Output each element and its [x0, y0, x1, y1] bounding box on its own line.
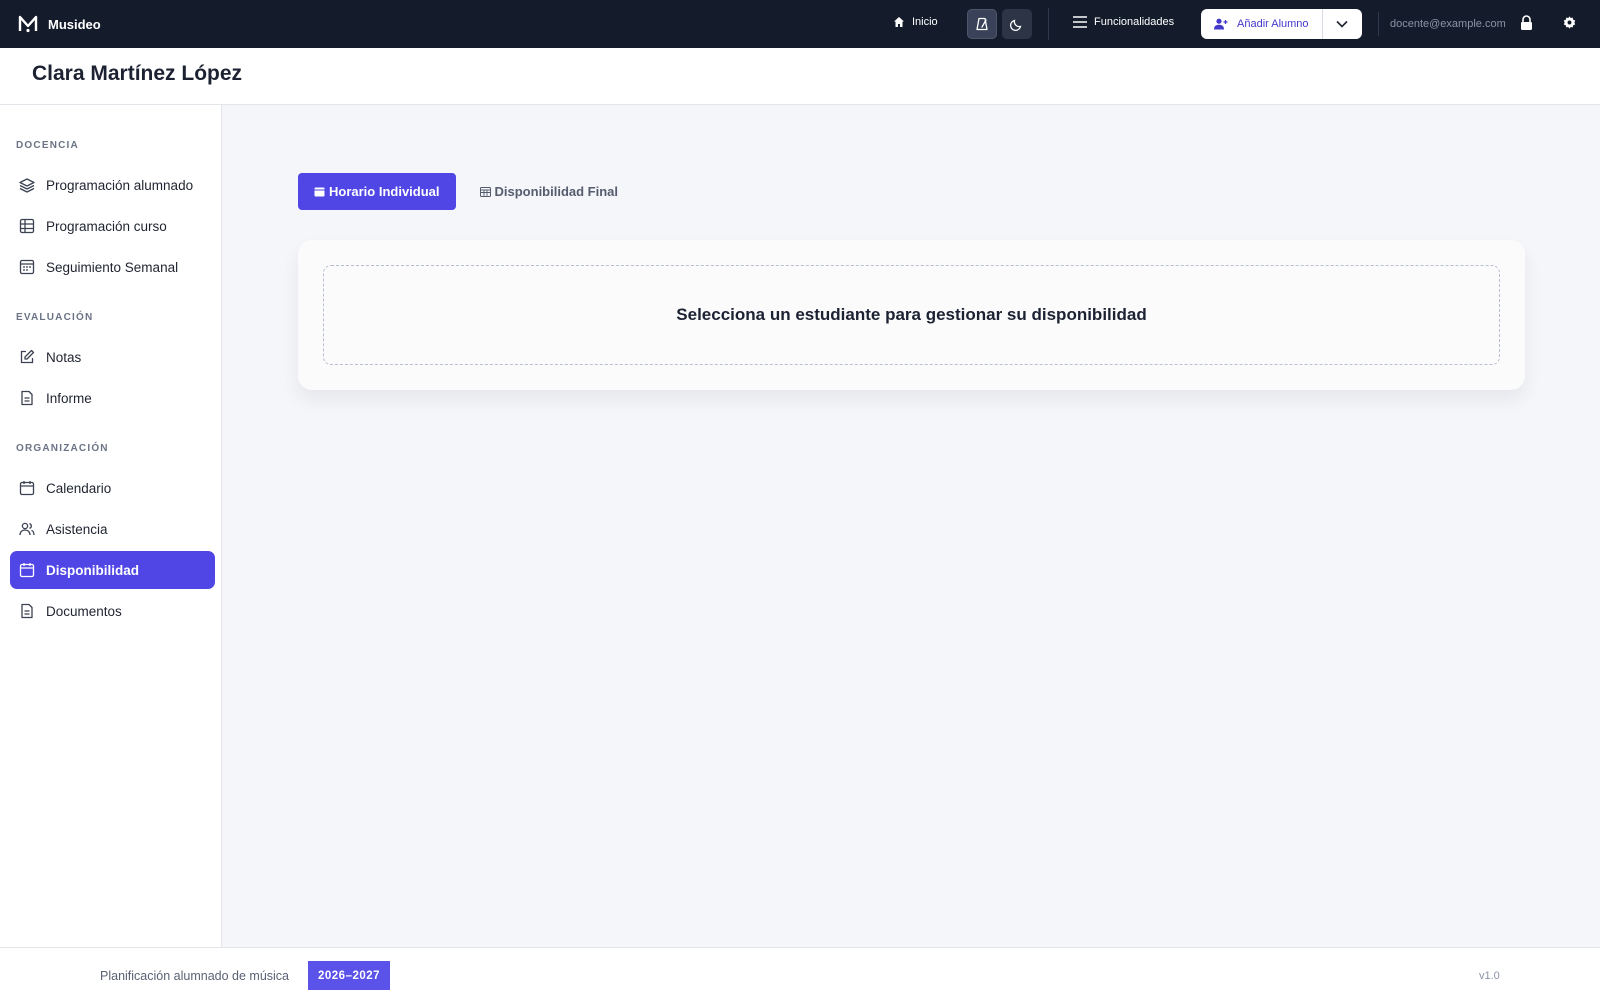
sidebar-item-disponibilidad[interactable]: Disponibilidad [10, 551, 215, 589]
footer: Planificación alumnado de música 2026–20… [0, 947, 1600, 1000]
add-student-dropdown-toggle[interactable] [1323, 9, 1361, 39]
sidebar-item-label: Disponibilidad [46, 562, 139, 578]
user-plus-icon [1214, 18, 1228, 30]
calendar-icon [314, 187, 325, 197]
sidebar-item-documentos[interactable]: Documentos [10, 592, 215, 630]
tab-label: Horario Individual [329, 184, 440, 199]
sidebar-item-label: Documentos [46, 603, 122, 619]
sidebar-section-docencia: DOCENCIA [16, 140, 79, 151]
sidebar-item-label: Notas [46, 349, 82, 365]
sidebar-item-programacion-alumnado[interactable]: Programación alumnado [10, 166, 215, 204]
home-link[interactable]: Inicio [893, 16, 938, 28]
table-icon [18, 217, 36, 235]
brand[interactable]: Musideo [18, 14, 101, 34]
page-title: Clara Martínez López [32, 62, 243, 85]
add-student-button[interactable]: Añadir Alumno [1201, 9, 1323, 39]
sidebar-item-label: Programación curso [46, 218, 167, 234]
home-label: Inicio [912, 16, 938, 28]
navbar-divider [1048, 8, 1049, 40]
chevron-down-icon [1335, 20, 1348, 28]
availability-card: Selecciona un estudiante para gestionar … [298, 240, 1525, 390]
dark-mode-button[interactable] [1002, 9, 1032, 39]
moon-icon [1010, 19, 1022, 31]
sidebar-item-label: Programación alumnado [46, 177, 194, 193]
metronome-mode-button[interactable] [967, 9, 997, 39]
tab-label: Disponibilidad Final [494, 184, 619, 199]
sidebar-item-seguimiento-semanal[interactable]: Seguimiento Semanal [10, 248, 215, 286]
lock-icon[interactable] [1520, 15, 1533, 31]
view-tabs: Horario Individual Disponibilidad Final [298, 173, 634, 210]
musideo-logo-icon [18, 15, 38, 33]
gear-icon[interactable] [1563, 16, 1576, 29]
footer-text: Planificación alumnado de música [100, 969, 289, 983]
calendar-icon [18, 561, 36, 579]
empty-state-message: Selecciona un estudiante para gestionar … [676, 305, 1147, 324]
document-icon [18, 602, 36, 620]
users-icon [18, 520, 36, 538]
add-student-label: Añadir Alumno [1237, 18, 1309, 30]
features-menu[interactable]: Funcionalidades [1073, 16, 1174, 28]
tab-disponibilidad-final[interactable]: Disponibilidad Final [464, 173, 635, 210]
sidebar-section-evaluacion: EVALUACIÓN [16, 312, 94, 323]
tab-horario-individual[interactable]: Horario Individual [298, 173, 456, 210]
sidebar-item-label: Seguimiento Semanal [46, 259, 179, 275]
sidebar-item-label: Asistencia [46, 521, 108, 537]
sidebar-item-notas[interactable]: Notas [10, 338, 215, 376]
empty-state: Selecciona un estudiante para gestionar … [323, 265, 1500, 365]
sidebar-item-calendario[interactable]: Calendario [10, 469, 215, 507]
edit-icon [18, 348, 36, 366]
sidebar-item-label: Calendario [46, 480, 112, 496]
metronome-icon [976, 17, 988, 31]
sidebar: DOCENCIA Programación alumnado Programac… [0, 105, 222, 947]
features-label: Funcionalidades [1094, 16, 1175, 28]
add-student-button-group: Añadir Alumno [1201, 9, 1362, 39]
calendar-grid-icon [479, 187, 491, 197]
user-email: docente@example.com [1390, 18, 1506, 30]
brand-name: Musideo [48, 16, 101, 32]
mode-toggle-group [967, 9, 1032, 39]
calendar-icon [18, 479, 36, 497]
sidebar-item-programacion-curso[interactable]: Programación curso [10, 207, 215, 245]
sidebar-item-asistencia[interactable]: Asistencia [10, 510, 215, 548]
navbar-divider-2 [1378, 12, 1379, 36]
app-version: v1.0 [1479, 970, 1500, 982]
document-icon [18, 389, 36, 407]
top-navbar: Musideo Inicio Funcionalidades Añadir Al… [0, 0, 1600, 48]
academic-year-badge: 2026–2027 [308, 961, 391, 990]
sidebar-item-informe[interactable]: Informe [10, 379, 215, 417]
sidebar-item-label: Informe [46, 390, 92, 406]
sidebar-section-organizacion: ORGANIZACIÓN [16, 443, 109, 454]
menu-icon [1073, 16, 1087, 28]
layers-icon [18, 176, 36, 194]
page-header: Clara Martínez López [0, 48, 1600, 105]
calendar-week-icon [18, 258, 36, 276]
home-icon [894, 17, 904, 27]
